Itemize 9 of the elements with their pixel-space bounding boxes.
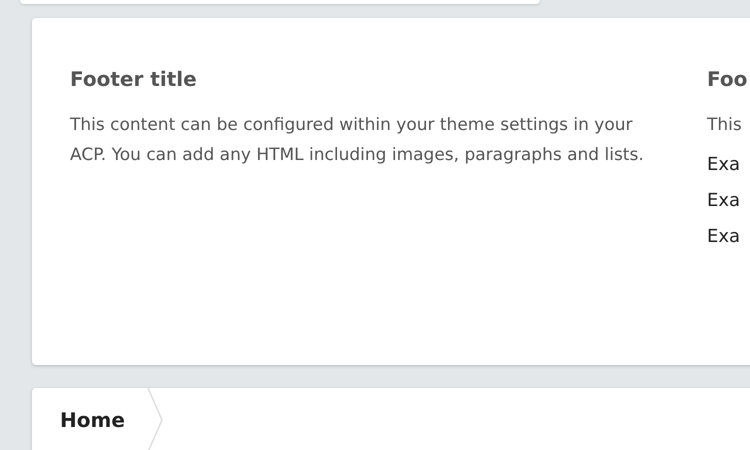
footer-text: This [707,114,743,137]
list-item: Exa [707,190,742,212]
breadcrumb-link[interactable]: Home [32,405,147,435]
footer-text: This content can be configured within your theme settings in your ACP. You can add any HTML including images, paragraphs and lists. [70,114,645,167]
list-item: Exa [707,154,742,176]
footer-title: Foo [707,66,748,92]
chevron-separator-icon [146,388,163,450]
footer-title: Footer title [70,66,198,92]
list-item: Exa [707,226,742,248]
